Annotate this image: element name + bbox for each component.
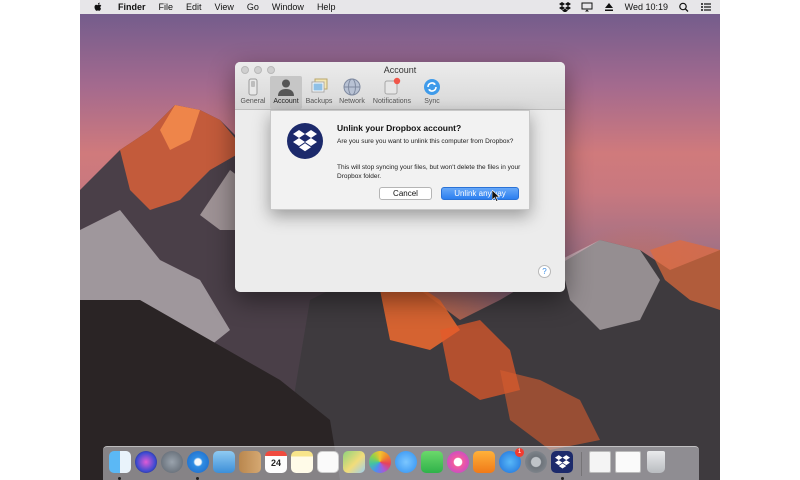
reminders-icon[interactable] bbox=[317, 451, 339, 473]
safari-icon[interactable] bbox=[187, 451, 209, 473]
tab-notifications-label: Notifications bbox=[372, 98, 412, 105]
trash-icon[interactable] bbox=[647, 451, 665, 473]
contacts-icon[interactable] bbox=[239, 451, 261, 473]
calendar-icon[interactable]: 24 bbox=[265, 451, 287, 473]
calendar-day: 24 bbox=[270, 458, 281, 468]
dialog-detail: This will stop syncing your files, but w… bbox=[337, 164, 521, 180]
menu-clock[interactable]: Wed 10:19 bbox=[625, 2, 668, 12]
mail-icon[interactable] bbox=[213, 451, 235, 473]
notifications-icon bbox=[384, 77, 401, 95]
dropbox-icon[interactable] bbox=[558, 2, 571, 12]
app-store-badge: 1 bbox=[515, 448, 524, 457]
cancel-button[interactable]: Cancel bbox=[379, 187, 432, 200]
unlink-anyway-button[interactable]: Unlink anyway bbox=[441, 187, 519, 200]
network-globe-icon bbox=[343, 78, 361, 96]
dropbox-logo bbox=[287, 123, 323, 159]
dropbox-glyph-icon bbox=[554, 455, 570, 469]
tab-backups[interactable]: Backups bbox=[303, 76, 335, 109]
menu-view[interactable]: View bbox=[215, 2, 234, 12]
tab-account-label: Account bbox=[273, 98, 299, 105]
menu-bar: Finder File Edit View Go Window Help Wed… bbox=[80, 0, 720, 14]
tab-network[interactable]: Network bbox=[336, 76, 368, 109]
menu-window[interactable]: Window bbox=[272, 2, 304, 12]
menu-app-name[interactable]: Finder bbox=[118, 2, 146, 12]
display-mirror-icon[interactable] bbox=[581, 2, 593, 12]
dropbox-icon[interactable] bbox=[551, 451, 573, 473]
tab-general-label: General bbox=[240, 98, 266, 105]
unlink-dialog: Unlink your Dropbox account? Are you sur… bbox=[270, 110, 530, 210]
tab-general[interactable]: General bbox=[237, 76, 269, 109]
tab-backups-label: Backups bbox=[305, 98, 333, 105]
tab-account[interactable]: Account bbox=[270, 76, 302, 109]
tab-network-label: Network bbox=[339, 98, 365, 105]
dropbox-icon bbox=[293, 130, 317, 152]
tab-sync-label: Sync bbox=[424, 98, 440, 105]
menu-help[interactable]: Help bbox=[317, 2, 336, 12]
preference-tabs: General Account Backups Network Notifica… bbox=[235, 76, 449, 109]
menu-go[interactable]: Go bbox=[247, 2, 259, 12]
facetime-icon[interactable] bbox=[421, 451, 443, 473]
ibooks-icon[interactable] bbox=[473, 451, 495, 473]
downloads-icon[interactable] bbox=[615, 451, 641, 473]
mouse-cursor-icon bbox=[492, 190, 500, 202]
itunes-icon[interactable] bbox=[447, 451, 469, 473]
menu-edit[interactable]: Edit bbox=[186, 2, 202, 12]
window-title: Account bbox=[383, 65, 417, 75]
tab-sync[interactable]: Sync bbox=[416, 76, 448, 109]
photos-icon[interactable] bbox=[369, 451, 391, 473]
tab-notifications[interactable]: Notifications bbox=[369, 76, 415, 109]
sync-icon bbox=[424, 79, 440, 95]
search-icon[interactable] bbox=[678, 2, 690, 12]
notification-center-icon[interactable] bbox=[700, 2, 712, 12]
desktop: Finder File Edit View Go Window Help Wed… bbox=[80, 0, 720, 480]
dialog-title: Unlink your Dropbox account? bbox=[337, 123, 462, 133]
maps-icon[interactable] bbox=[343, 451, 365, 473]
dock-separator bbox=[581, 452, 582, 476]
dialog-message: Are you sure you want to unlink this com… bbox=[337, 138, 514, 145]
finder-icon[interactable] bbox=[109, 451, 131, 473]
siri-icon[interactable] bbox=[135, 451, 157, 473]
general-switch-icon bbox=[248, 78, 258, 96]
eject-icon[interactable] bbox=[603, 2, 615, 12]
messages-icon[interactable] bbox=[395, 451, 417, 473]
document-icon[interactable] bbox=[589, 451, 611, 473]
backups-photos-icon bbox=[311, 78, 328, 93]
notes-icon[interactable] bbox=[291, 451, 313, 473]
launchpad-icon[interactable] bbox=[161, 451, 183, 473]
help-button[interactable]: ? bbox=[538, 265, 551, 278]
dock: 24 1 bbox=[103, 446, 699, 480]
menu-file[interactable]: File bbox=[159, 2, 174, 12]
system-preferences-icon[interactable] bbox=[525, 451, 547, 473]
window-toolbar: Account General Account Backups Network … bbox=[235, 62, 565, 110]
apple-menu-icon[interactable] bbox=[92, 1, 104, 13]
account-person-icon bbox=[278, 79, 294, 96]
